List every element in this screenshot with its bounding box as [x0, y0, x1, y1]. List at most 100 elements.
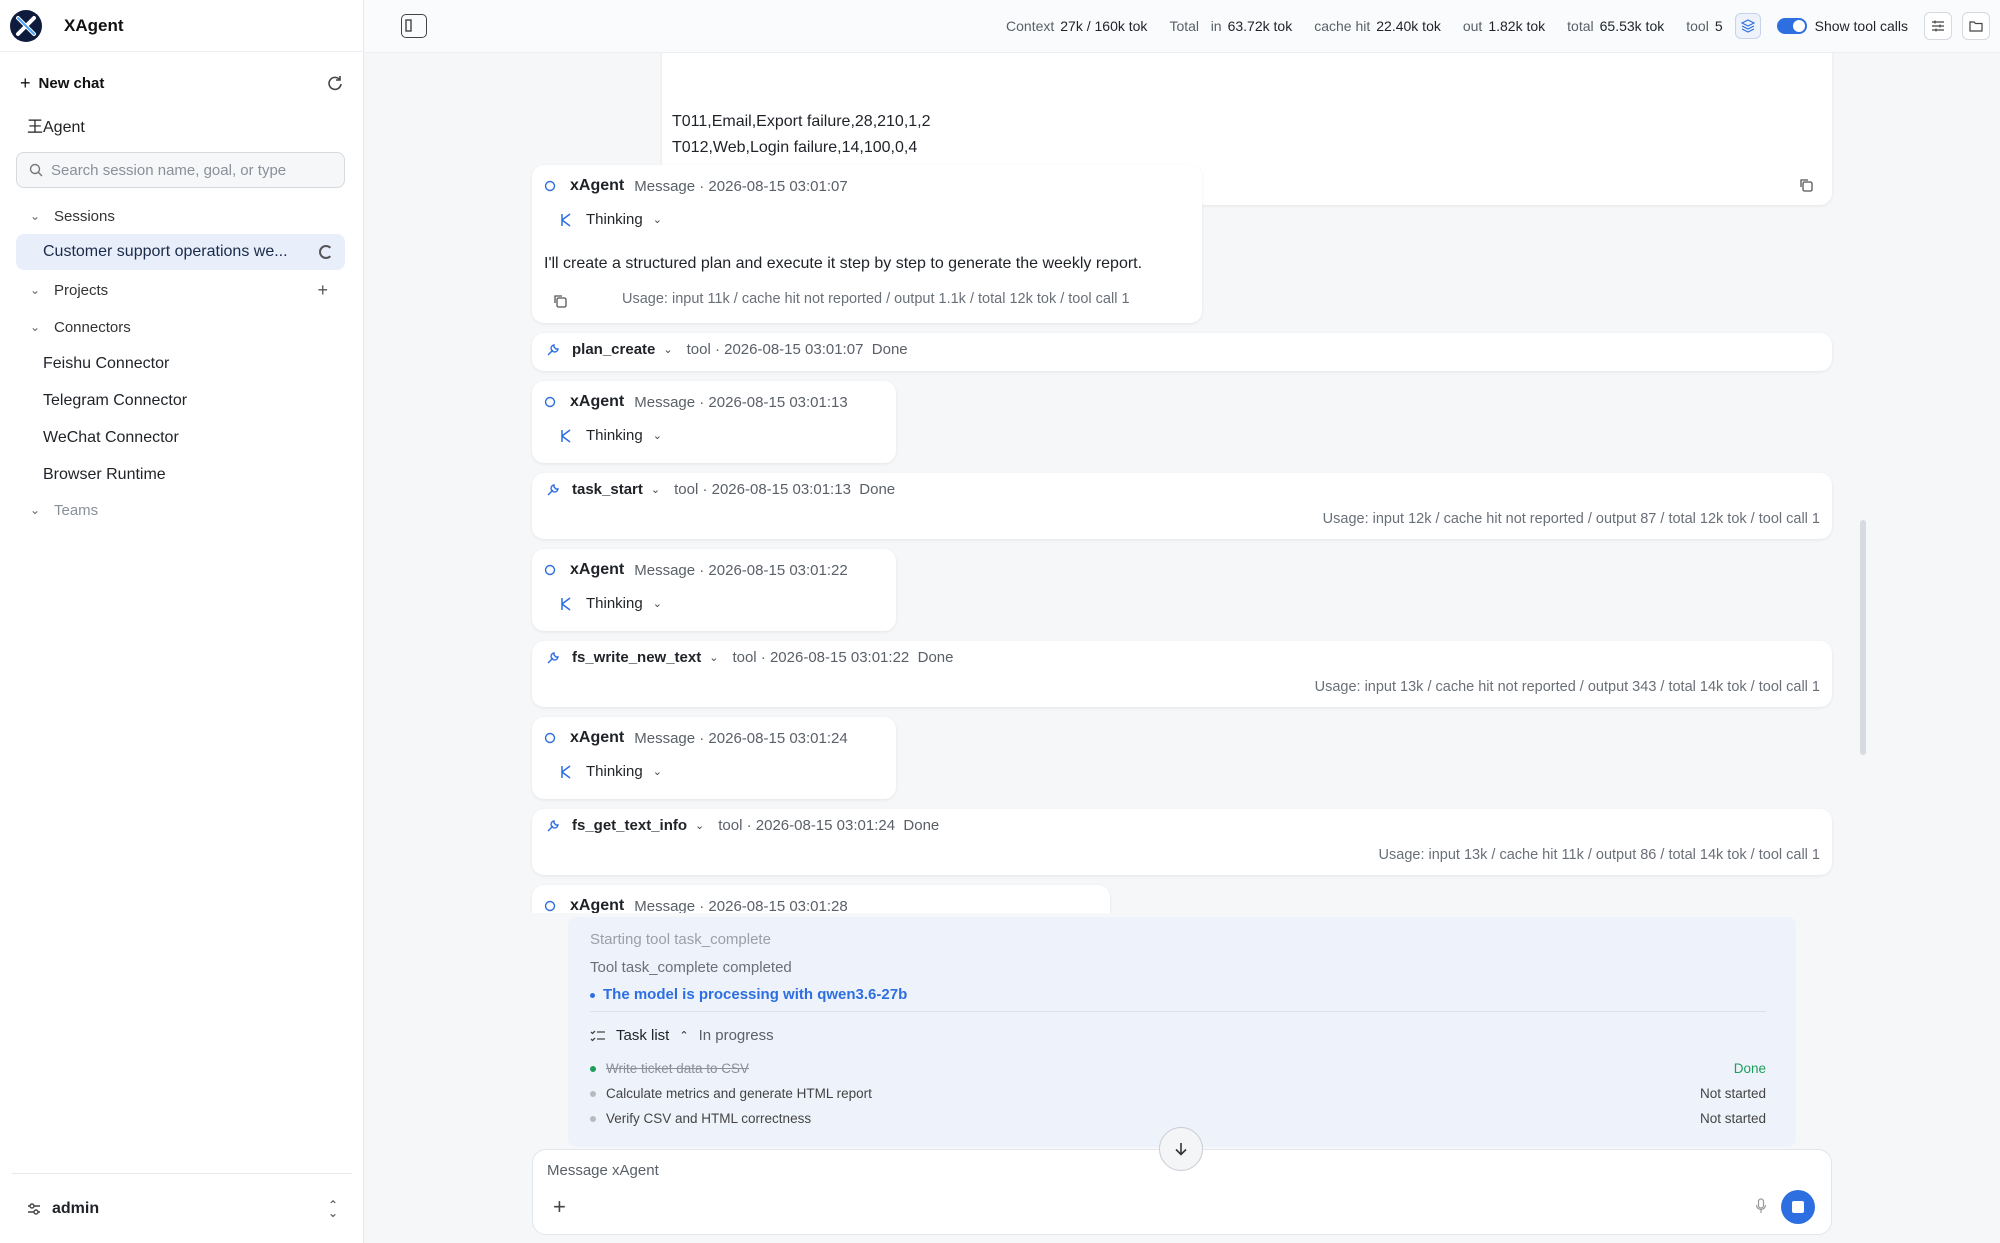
tool-meta: tool · 2026-08-15 03:01:07 — [686, 341, 864, 358]
checklist-icon — [590, 1030, 605, 1041]
agent-selector[interactable]: 王Agent — [0, 112, 364, 138]
agent-message-card: xAgent Message · 2026-08-15 03:01:28 — [532, 885, 1110, 913]
show-tool-calls-toggle[interactable] — [1776, 18, 1807, 34]
username: admin — [52, 1199, 100, 1217]
tool-stat: tool 5 — [1686, 18, 1722, 34]
connector-item-feishu[interactable]: Feishu Connector — [0, 350, 364, 378]
task-item: Verify CSV and HTML correctness Not star… — [590, 1111, 1766, 1126]
wrench-icon — [547, 651, 559, 663]
copy-icon[interactable] — [1798, 177, 1814, 193]
connectors-section-toggle[interactable]: ⌄ Connectors — [0, 313, 364, 341]
chevron-down-icon: ⌄ — [652, 430, 662, 442]
chevron-down-icon: ⌄ — [663, 344, 673, 356]
user-menu[interactable]: admin ⌃ ⌄ — [12, 1173, 352, 1243]
agent-name: xAgent — [570, 177, 625, 194]
tool-call-card[interactable]: fs_get_text_info ⌄ tool · 2026-08-15 03:… — [532, 809, 1832, 875]
task-label: Calculate metrics and generate HTML repo… — [606, 1086, 872, 1101]
context-label: Context — [1006, 18, 1055, 34]
message-header: xAgent Message · 2026-08-15 03:01:13 — [544, 393, 848, 411]
sidebar-toggle-icon[interactable] — [401, 14, 427, 38]
chevron-down-icon: ⌄ — [30, 209, 41, 223]
thinking-toggle[interactable]: Thinking ⌄ — [558, 211, 662, 228]
message-header: xAgent Message · 2026-08-15 03:01:22 — [544, 561, 848, 579]
tool-name: task_start — [572, 481, 643, 498]
filter-list-icon[interactable] — [1924, 12, 1952, 40]
microphone-icon[interactable] — [1755, 1198, 1767, 1214]
task-status: Not started — [1699, 1111, 1766, 1126]
total2-stat: total 65.53k tok — [1567, 18, 1664, 34]
plus-icon: + — [20, 72, 31, 93]
search-icon — [29, 163, 43, 177]
arrow-down-icon — [1175, 1143, 1187, 1156]
total-in-stat: Total in 63.72k tok — [1169, 18, 1292, 34]
tool-name: fs_write_new_text — [572, 649, 702, 666]
csv-line: T012,Web,Login failure,14,100,0,4 — [672, 139, 918, 156]
brain-icon — [561, 212, 571, 227]
layers-icon[interactable] — [1734, 13, 1761, 39]
tool-status: Done — [917, 649, 954, 666]
chat-transcript: T011,Email,Export failure,28,210,1,2 T01… — [364, 53, 2000, 913]
tool-complete-status: Tool task_complete completed — [590, 959, 792, 976]
xagent-logo-icon — [10, 9, 42, 42]
folder-icon[interactable] — [1962, 12, 1990, 40]
tool-meta: tool · 2026-08-15 03:01:24 — [718, 817, 896, 834]
message-input[interactable] — [547, 1162, 1547, 1179]
thinking-label: Thinking — [586, 763, 643, 780]
app-name: XAgent — [64, 15, 124, 35]
usage-info: Usage: input 11k / cache hit not reporte… — [622, 291, 1130, 307]
chevron-down-icon: ⌄ — [652, 598, 662, 610]
sessions-label: Sessions — [54, 207, 115, 225]
connector-item-browser-runtime[interactable]: Browser Runtime — [0, 461, 364, 489]
thinking-toggle[interactable]: Thinking ⌄ — [558, 595, 662, 612]
tool-call-card[interactable]: plan_create ⌄ tool · 2026-08-15 03:01:07… — [532, 333, 1832, 371]
task-list-toggle[interactable]: Task list ⌃ In progress — [590, 1027, 774, 1044]
chat-scrollbar[interactable] — [1860, 520, 1866, 755]
thinking-label: Thinking — [586, 211, 643, 228]
task-status: Not started — [1699, 1086, 1766, 1101]
new-chat-button[interactable]: + New chat — [0, 70, 364, 96]
model-processing-status: The model is processing with qwen3.6-27b — [590, 986, 907, 1003]
message-header: xAgent Message · 2026-08-15 03:01:24 — [544, 729, 848, 747]
cache-label: cache hit — [1314, 18, 1371, 34]
connector-item-telegram[interactable]: Telegram Connector — [0, 387, 364, 415]
chevron-down-icon: ⌄ — [650, 484, 661, 496]
session-item-active[interactable]: Customer support operations we... — [16, 234, 345, 270]
attach-plus-icon[interactable]: + — [553, 1194, 566, 1220]
copy-icon[interactable] — [552, 293, 568, 309]
tool-status: Done — [871, 341, 908, 358]
projects-section-toggle[interactable]: ⌄ Projects + — [0, 276, 364, 304]
sessions-section-toggle[interactable]: ⌄ Sessions — [0, 202, 364, 230]
processing-text: The model is processing with qwen3.6-27b — [603, 986, 908, 1003]
scroll-to-bottom-button[interactable] — [1159, 1127, 1203, 1171]
settings-sliders-icon — [28, 1202, 40, 1215]
new-chat-label: New chat — [38, 74, 105, 92]
thinking-toggle[interactable]: Thinking ⌄ — [558, 763, 662, 780]
add-project-icon[interactable]: + — [317, 280, 328, 301]
stop-generation-button[interactable] — [1781, 1190, 1815, 1224]
tool-meta: tool · 2026-08-15 03:01:22 — [732, 649, 910, 666]
teams-section-toggle[interactable]: ⌄ Teams — [0, 496, 364, 524]
tool-call-header: plan_create ⌄ tool · 2026-08-15 03:01:07… — [546, 341, 908, 358]
tool-call-card[interactable]: task_start ⌄ tool · 2026-08-15 03:01:13 … — [532, 473, 1832, 539]
session-search[interactable] — [16, 152, 345, 188]
task-label: Verify CSV and HTML correctness — [606, 1111, 812, 1126]
agent-message-card: xAgent Message · 2026-08-15 03:01:07 Thi… — [532, 165, 1202, 323]
agent-name: xAgent — [570, 561, 625, 578]
connector-item-wechat[interactable]: WeChat Connector — [0, 424, 364, 452]
task-label: Write ticket data to CSV — [606, 1061, 750, 1076]
message-meta: Message · 2026-08-15 03:01:07 — [634, 177, 848, 195]
chevron-down-icon: ⌄ — [30, 320, 41, 334]
tool-name: fs_get_text_info — [572, 817, 688, 834]
usage-info: Usage: input 12k / cache hit not reporte… — [1322, 511, 1820, 527]
wrench-icon — [547, 819, 559, 831]
tool-call-card[interactable]: fs_write_new_text ⌄ tool · 2026-08-15 03… — [532, 641, 1832, 707]
token-stats: Context 27k / 160k tok Total in 63.72k tok… — [1006, 0, 2000, 52]
task-status: Done — [1733, 1061, 1766, 1076]
thinking-toggle[interactable]: Thinking ⌄ — [558, 427, 662, 444]
task-list-label: Task list — [616, 1027, 670, 1044]
out-stat: out 1.82k tok — [1463, 18, 1545, 34]
refresh-icon[interactable] — [326, 74, 344, 92]
divider — [590, 1011, 1766, 1012]
usage-info: Usage: input 13k / cache hit not reporte… — [1314, 679, 1820, 695]
search-input[interactable] — [51, 161, 331, 179]
